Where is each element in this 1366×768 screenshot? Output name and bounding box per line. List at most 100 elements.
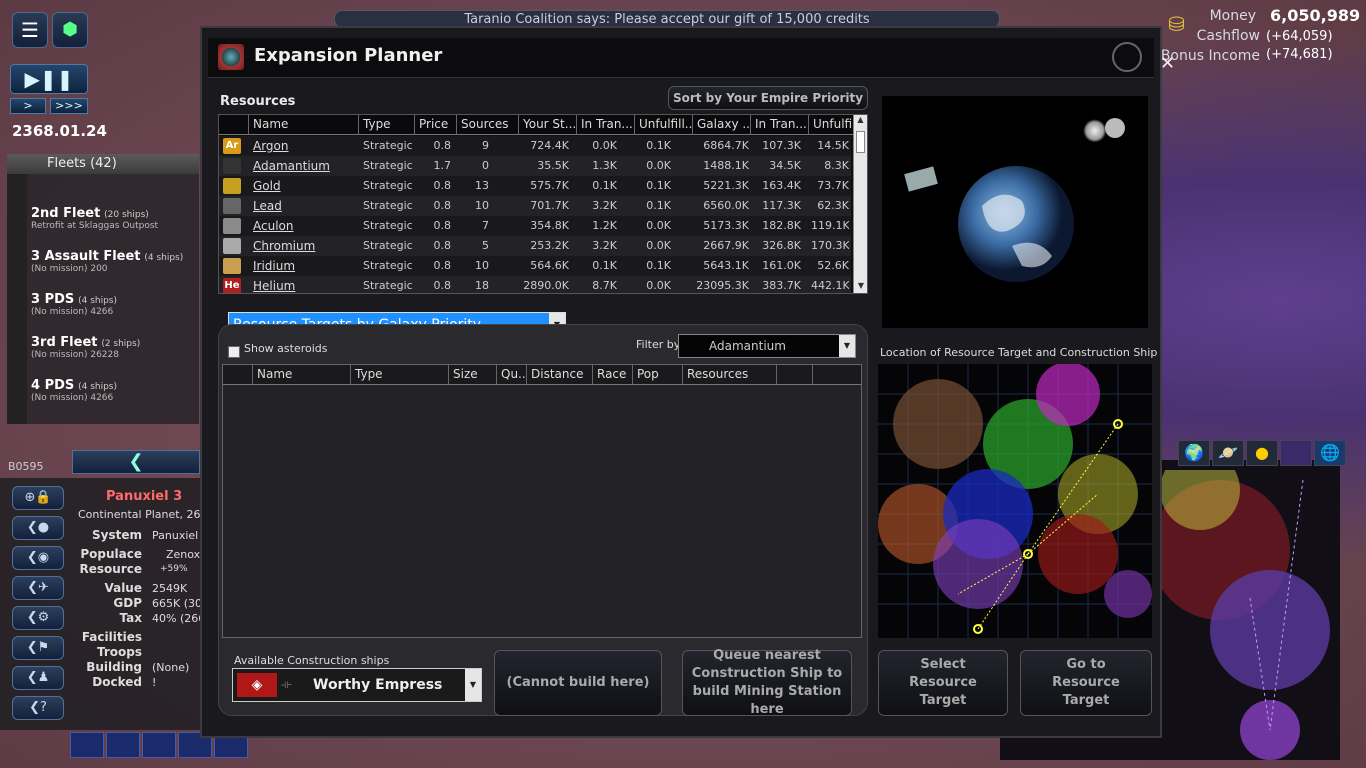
col-unfulfilled[interactable]: Unfulfill... [635,115,693,135]
resource-name[interactable]: Gold [253,176,357,196]
help-query-button[interactable]: ❮? [12,696,64,720]
filter-select[interactable]: Adamantium ▼ [678,334,856,358]
speed-fastest-button[interactable]: >>> [50,98,88,114]
resource-name[interactable]: Chromium [253,236,357,256]
shortcut-slot[interactable] [70,732,104,758]
resource-icon: He [223,278,241,293]
resource-sources: 0 [482,159,489,172]
select-resource-target-button[interactable]: Select Resource Target [878,650,1008,716]
resource-gunful: 119.1K [811,219,849,232]
target-col-name[interactable]: Name [253,365,351,385]
resource-unful: 0.0K [646,219,671,232]
target-col-distance[interactable]: Distance [527,365,593,385]
world-icon[interactable]: 🌐 [1314,440,1346,466]
bonus-income-value: (+74,681) [1266,47,1333,62]
resource-gintran: 117.3K [762,199,801,212]
fleet-ships: (4 ships) [144,253,184,263]
target-col-quality[interactable]: Qu... [497,365,527,385]
resource-price: 1.7 [433,159,452,172]
resource-price: 0.8 [433,219,452,232]
resource-name[interactable]: Aculon [253,216,357,236]
map-code: B0595 [8,460,44,473]
resource-unful: 0.0K [646,159,671,172]
target-col-pop[interactable]: Pop [633,365,683,385]
col-name[interactable]: Name [249,115,359,135]
fleet-item[interactable]: 3rd Fleet (2 ships) (No mission) 26228 [31,335,201,377]
shortcut-slot[interactable] [142,732,176,758]
value-gdp: 665K (30 [152,597,202,610]
resource-galaxy: 5221.3K [703,179,749,192]
fleet-item[interactable]: 4 PDS (4 ships) (No mission) 4266 [31,378,201,420]
resource-name[interactable]: Helium [253,276,357,293]
sort-by-empire-priority-button[interactable]: Sort by Your Empire Priority [668,86,868,110]
speed-fast-button[interactable]: > [10,98,46,114]
target-col-extra2 [813,365,861,385]
scroll-up-arrow[interactable]: ▲ [854,115,867,127]
resource-your: 2890.0K [523,279,569,292]
fleet-mission: (No mission) [31,264,88,274]
shortcut-slot[interactable] [106,732,140,758]
star-icon[interactable]: ● [1246,440,1278,466]
resource-row[interactable]: Adamantium Strategic 1.7 0 35.5K 1.3K 0.0K 1488… [219,156,851,176]
play-pause-button[interactable]: ▶❚❚ [10,64,88,94]
col-galaxy[interactable]: Galaxy ... [693,115,751,135]
planet-ring-icon[interactable]: 🪐 [1212,440,1244,466]
resource-row[interactable]: Chromium Strategic 0.8 5 253.2K 3.2K 0.0K 2667.… [219,236,851,256]
target-col-race[interactable]: Race [593,365,633,385]
resource-your: 354.8K [530,219,569,232]
col-your-stock[interactable]: Your St... [519,115,577,135]
fleet-item[interactable]: 3 PDS (4 ships) (No mission) 4266 [31,292,201,334]
col-type[interactable]: Type [359,115,415,135]
resource-row[interactable]: He Helium Strategic 0.8 18 2890.0K 8.7K 0.0K 230… [219,276,851,293]
help-button[interactable]: ⬢ [52,12,88,48]
col-in-transit[interactable]: In Tran... [577,115,635,135]
col-galaxy-in-transit[interactable]: In Tran... [751,115,809,135]
construction-ship-select[interactable]: ◈ ⟛ Worthy Empress ▼ [232,668,482,702]
view-mode-bar: 🌍 🪐 ● 🌐 [1178,440,1352,466]
planet-lock-button[interactable]: ⊕🔒 [12,486,64,510]
resource-unful: 0.1K [646,179,671,192]
resource-galaxy: 5173.3K [703,219,749,232]
resource-name[interactable]: Adamantium [253,156,357,176]
resource-price: 0.8 [433,199,452,212]
resource-galaxy: 1488.1K [703,159,749,172]
empire-flag-icon: ◈ [237,673,277,697]
resource-name[interactable]: Argon [253,136,357,156]
resource-price: 0.8 [433,179,452,192]
resource-row[interactable]: Ar Argon Strategic 0.8 9 724.4K 0.0K 0.1K 6864.7… [219,136,851,156]
show-asteroids-checkbox[interactable] [228,346,240,358]
resource-row[interactable]: Iridium Strategic 0.8 10 564.6K 0.1K 0.1K 5643.… [219,256,851,276]
list-icon: ☰ [21,18,39,42]
menu-button[interactable]: ☰ [12,12,48,48]
go-to-resource-target-button[interactable]: Go to Resource Target [1020,650,1152,716]
queue-construction-ship-button[interactable]: Queue nearest Construction Ship to build… [682,648,852,717]
close-button[interactable]: ✕ [1112,42,1175,74]
resource-row[interactable]: Aculon Strategic 0.8 7 354.8K 1.2K 0.0K 5173.3K… [219,216,851,236]
col-galaxy-unfulfilled[interactable]: Unfulfil... [809,115,855,135]
cannot-build-button[interactable]: (Cannot build here) [494,650,662,716]
col-price[interactable]: Price [415,115,457,135]
fleet-item[interactable]: 2nd Fleet (20 ships) Retrofit at Sklagga… [31,206,201,248]
resource-name[interactable]: Lead [253,196,357,216]
col-sources[interactable]: Sources [457,115,519,135]
nebula-icon[interactable] [1280,440,1312,466]
fleet-item[interactable]: 3 Assault Fleet (4 ships) (No mission) 2… [31,249,201,291]
target-col-size[interactable]: Size [449,365,497,385]
target-col-type[interactable]: Type [351,365,449,385]
fleet-name: 4 PDS [31,378,75,393]
show-asteroids-label: Show asteroids [244,342,328,355]
resource-name[interactable]: Iridium [253,256,357,276]
galaxy-view-icon[interactable]: 🌍 [1178,440,1210,466]
target-col-resources[interactable]: Resources [683,365,777,385]
resource-row[interactable]: Gold Strategic 0.8 13 575.7K 0.1K 0.1K 5221.3K 1… [219,176,851,196]
fleets-header[interactable]: Fleets (42) [7,154,199,174]
resources-scrollbar[interactable]: ▲ ▼ [853,115,867,293]
galaxy-minimap[interactable] [878,364,1152,638]
resource-type: Strategic [363,219,413,232]
scroll-down-arrow[interactable]: ▼ [854,281,867,293]
resource-row[interactable]: Lead Strategic 0.8 10 701.7K 3.2K 0.1K 6560.0K 1… [219,196,851,216]
collapse-panel-button[interactable]: ❮ [72,450,200,474]
filter-value: Adamantium [709,339,786,353]
scroll-thumb[interactable] [856,131,865,153]
value-resource: +59% [160,564,188,574]
